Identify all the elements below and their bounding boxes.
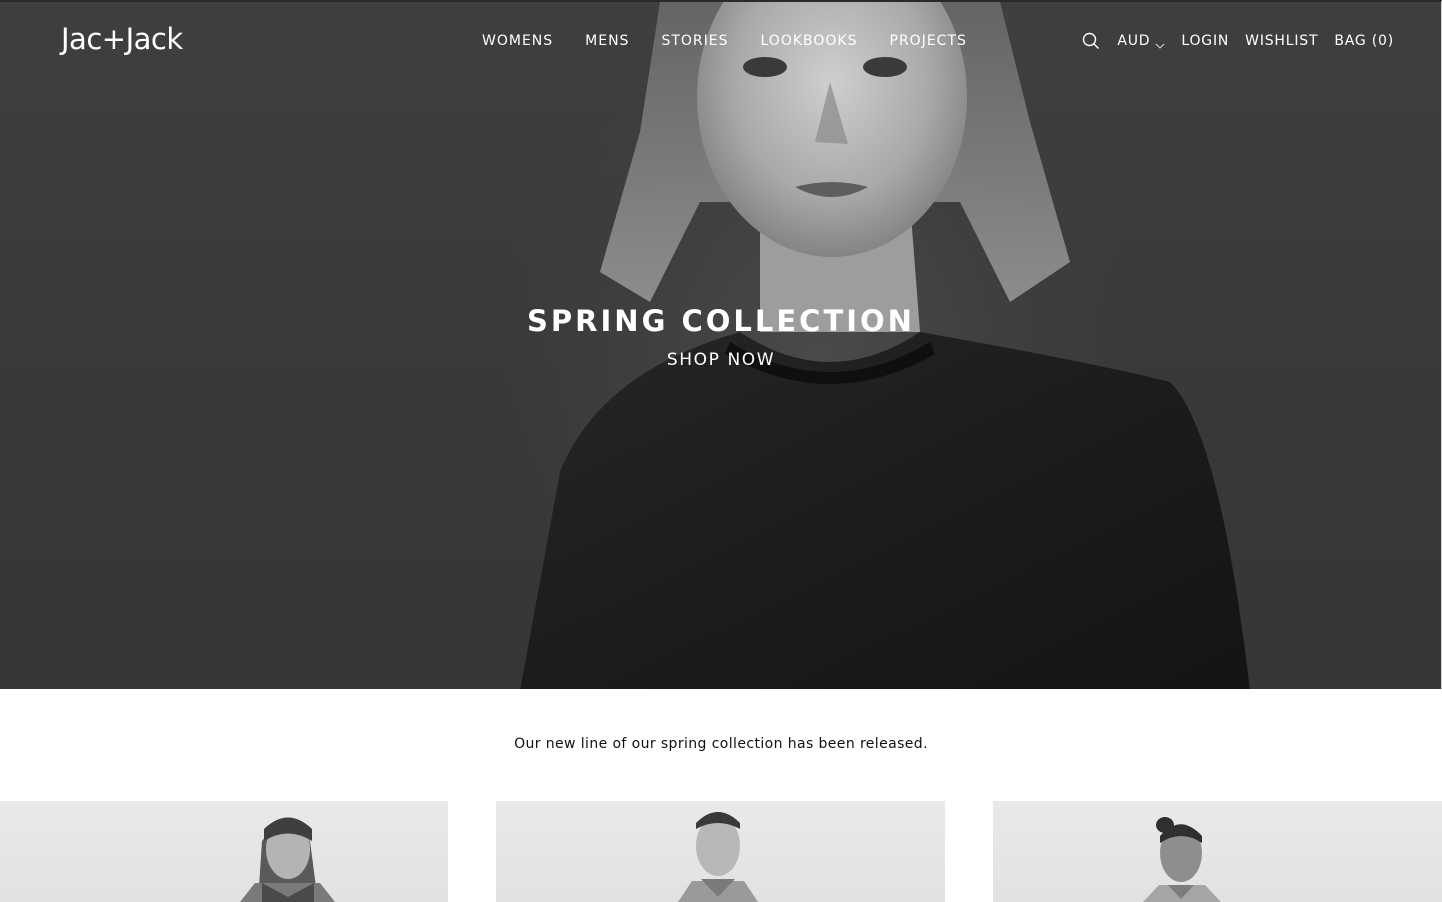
page: SPRING COLLECTION SHOP NOW Jac+Jack WOME… — [0, 0, 1442, 902]
main-nav: WOMENS MENS STORIES LOOKBOOKS PROJECTS — [466, 30, 983, 52]
search-icon[interactable] — [1081, 30, 1101, 52]
brand-logo[interactable]: Jac+Jack — [61, 20, 183, 58]
product-tiles — [0, 801, 1442, 902]
shop-now-link[interactable]: SHOP NOW — [667, 350, 775, 370]
currency-selector[interactable]: AUD — [1117, 30, 1165, 52]
wishlist-link[interactable]: WISHLIST — [1245, 30, 1318, 52]
bag-link[interactable]: BAG (0) — [1334, 30, 1394, 52]
header-utilities: AUD LOGIN WISHLIST BAG (0) — [1081, 30, 1394, 52]
nav-item-stories[interactable]: STORIES — [645, 30, 744, 52]
nav-item-lookbooks[interactable]: LOOKBOOKS — [745, 30, 874, 52]
product-image — [1143, 817, 1221, 902]
intro-section: Our new line of our spring collection ha… — [0, 689, 1442, 801]
nav-item-womens[interactable]: WOMENS — [466, 30, 569, 52]
product-image — [240, 817, 335, 902]
product-image — [678, 812, 758, 902]
product-tile[interactable] — [0, 801, 448, 902]
site-header: Jac+Jack WOMENS MENS STORIES LOOKBOOKS P… — [0, 0, 1442, 82]
currency-label: AUD — [1117, 33, 1151, 49]
intro-text: Our new line of our spring collection ha… — [514, 736, 928, 752]
nav-item-projects[interactable]: PROJECTS — [874, 30, 983, 52]
login-link[interactable]: LOGIN — [1181, 30, 1229, 52]
hero-title: SPRING COLLECTION — [527, 304, 915, 338]
hero-banner[interactable]: SPRING COLLECTION SHOP NOW — [0, 0, 1442, 689]
product-tile[interactable] — [993, 801, 1442, 902]
hero-overlay: SPRING COLLECTION SHOP NOW — [0, 292, 1441, 370]
nav-item-mens[interactable]: MENS — [569, 30, 645, 52]
product-tile[interactable] — [496, 801, 945, 902]
chevron-down-icon — [1155, 36, 1165, 49]
